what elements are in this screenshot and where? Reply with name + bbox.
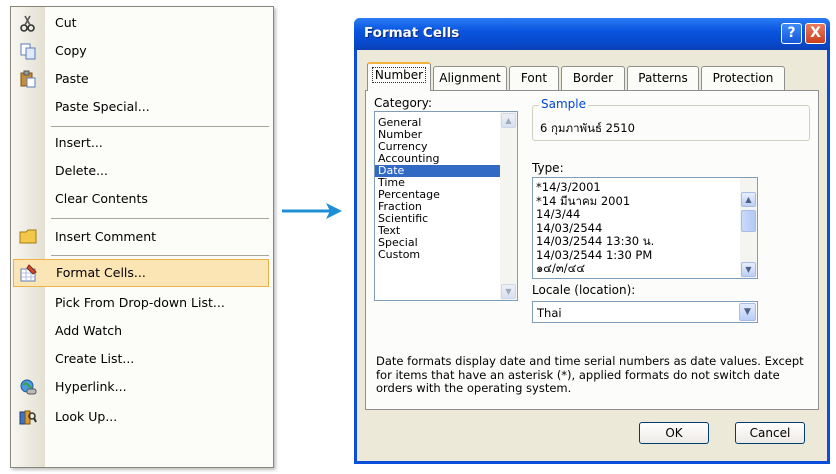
format-cells-icon <box>20 264 37 282</box>
category-label: Category: <box>374 96 432 110</box>
menu-separator <box>51 126 269 127</box>
scroll-thumb[interactable] <box>741 210 756 232</box>
menu-item-cut[interactable]: Cut <box>11 9 273 37</box>
menu-item-label: Hyperlink... <box>55 379 127 394</box>
list-item[interactable]: 14/03/2544 <box>533 222 757 236</box>
menu-item-pick-from-list[interactable]: Pick From Drop-down List... <box>11 289 273 317</box>
menu-item-insert[interactable]: Insert... <box>11 129 273 157</box>
close-button[interactable]: X <box>805 23 826 44</box>
menu-item-look-up[interactable]: Look Up... <box>11 403 273 431</box>
menu-item-clear-contents[interactable]: Clear Contents <box>11 185 273 213</box>
menu-separator <box>51 218 269 219</box>
tab-patterns[interactable]: Patterns <box>627 66 699 90</box>
locale-select[interactable]: Thai ▼ <box>532 301 758 323</box>
tab-number[interactable]: Number <box>367 62 431 91</box>
menu-item-add-watch[interactable]: Add Watch <box>11 317 273 345</box>
tab-label: Number <box>371 67 427 83</box>
menu-item-label: Look Up... <box>55 409 118 424</box>
clipboard-paste-icon <box>20 70 36 88</box>
scroll-up-icon[interactable]: ▲ <box>741 192 756 207</box>
format-cells-dialog: Format Cells ? X Number Alignment Font B… <box>354 18 830 464</box>
menu-item-label: Add Watch <box>55 323 123 338</box>
menu-item-paste[interactable]: Paste <box>11 65 273 93</box>
sample-groupbox: Sample 6 กุมภาพันธ์ 2510 <box>532 97 810 141</box>
menu-item-paste-special[interactable]: Paste Special... <box>11 93 273 121</box>
context-menu: Cut Copy Paste Paste Special... Insert..… <box>10 6 274 468</box>
help-button[interactable]: ? <box>781 23 802 44</box>
menu-item-label: Delete... <box>55 163 108 178</box>
scroll-down-icon[interactable]: ▼ <box>501 284 516 299</box>
menu-item-hyperlink[interactable]: Hyperlink... <box>11 373 273 401</box>
number-tab-panel: Category: General Number Currency Accoun… <box>365 90 819 410</box>
list-item[interactable]: 14/03/2544 1:30 PM <box>533 249 757 263</box>
locale-label: Locale (location): <box>532 283 636 297</box>
type-label: Type: <box>532 161 564 175</box>
tab-alignment[interactable]: Alignment <box>433 66 507 90</box>
scissors-icon <box>20 15 35 32</box>
tab-font[interactable]: Font <box>509 66 559 90</box>
type-list[interactable]: *14/3/2001 *14 มีนาคม 2001 14/3/44 14/03… <box>532 177 758 279</box>
comment-icon <box>19 229 37 244</box>
copy-icon <box>20 43 36 60</box>
format-description: Date formats display date and time seria… <box>376 354 804 395</box>
dialog-titlebar[interactable]: Format Cells ? X <box>354 18 830 50</box>
menu-item-label: Clear Contents <box>55 191 148 206</box>
list-item[interactable]: ๑๔/๓/๔๔ <box>533 262 757 276</box>
menu-separator <box>51 255 269 256</box>
type-scrollbar[interactable]: ▲ ▼ <box>740 178 757 278</box>
menu-item-delete[interactable]: Delete... <box>11 157 273 185</box>
menu-item-label: Insert... <box>55 135 103 150</box>
menu-item-format-cells[interactable]: Format Cells... <box>13 259 269 287</box>
scroll-up-icon[interactable]: ▲ <box>501 113 516 128</box>
arrow-right-icon <box>282 203 342 219</box>
scroll-down-icon[interactable]: ▼ <box>741 262 756 277</box>
ok-button[interactable]: OK <box>639 422 709 444</box>
list-item[interactable]: 14/03/2544 13:30 น. <box>533 235 757 249</box>
menu-item-label: Copy <box>55 43 87 58</box>
menu-item-create-list[interactable]: Create List... <box>11 345 273 373</box>
menu-item-label: Insert Comment <box>55 229 157 244</box>
menu-item-label: Format Cells... <box>56 265 146 280</box>
list-item[interactable]: *14/3/2001 <box>533 181 757 195</box>
cancel-button[interactable]: Cancel <box>735 422 805 444</box>
menu-item-insert-comment[interactable]: Insert Comment <box>11 223 273 251</box>
locale-value: Thai <box>537 306 562 320</box>
tab-protection[interactable]: Protection <box>701 66 785 90</box>
category-list[interactable]: General Number Currency Accounting Date … <box>374 111 518 301</box>
dialog-title: Format Cells <box>364 25 460 41</box>
chevron-down-icon[interactable]: ▼ <box>739 303 756 321</box>
menu-item-copy[interactable]: Copy <box>11 37 273 65</box>
sample-label: Sample <box>539 97 588 111</box>
menu-item-label: Paste <box>55 71 89 86</box>
category-scrollbar[interactable]: ▲ ▼ <box>500 112 517 300</box>
research-books-icon <box>19 410 37 425</box>
hyperlink-globe-icon <box>20 379 37 395</box>
tab-border[interactable]: Border <box>561 66 625 90</box>
list-item[interactable]: 14/3/44 <box>533 208 757 222</box>
menu-item-label: Pick From Drop-down List... <box>55 295 225 310</box>
menu-item-label: Create List... <box>55 351 135 366</box>
menu-item-label: Cut <box>55 15 77 30</box>
menu-item-label: Paste Special... <box>55 99 150 114</box>
sample-value: 6 กุมภาพันธ์ 2510 <box>540 121 635 135</box>
list-item[interactable]: *14 มีนาคม 2001 <box>533 195 757 209</box>
list-item[interactable]: Custom <box>375 249 517 261</box>
